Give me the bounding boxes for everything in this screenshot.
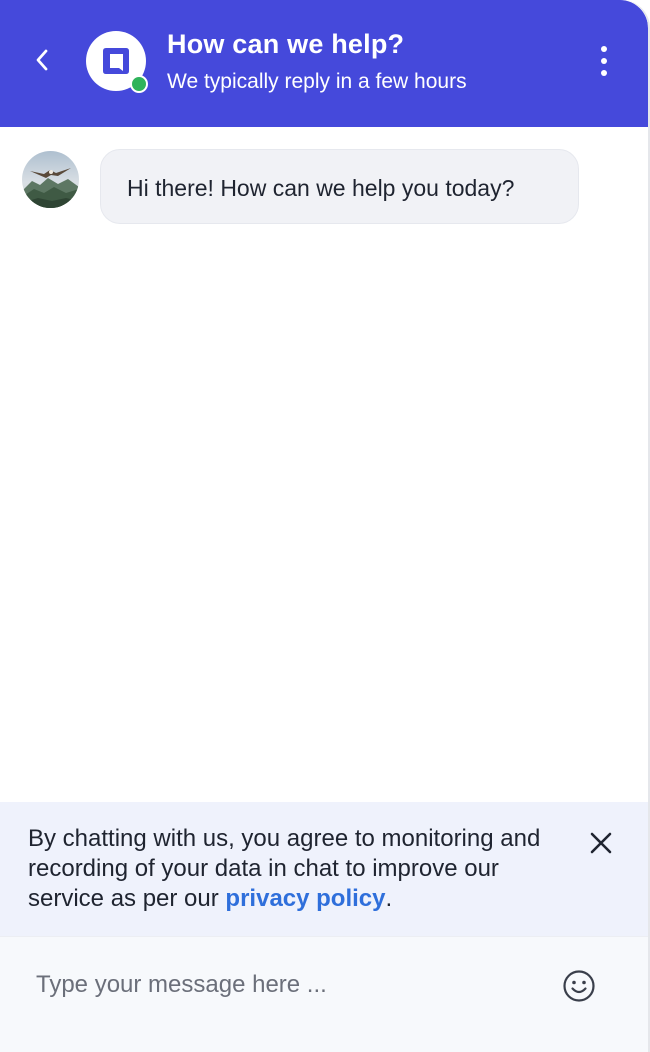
consent-text-end: . xyxy=(385,885,393,912)
kebab-menu-icon-dot xyxy=(601,46,607,52)
chat-widget: How can we help? We typically reply in a… xyxy=(0,0,650,1052)
header-subtitle: We typically reply in a few hours xyxy=(167,70,467,93)
header-title: How can we help? xyxy=(167,29,405,59)
kebab-menu-icon-dot xyxy=(601,58,607,64)
online-status-dot xyxy=(130,75,148,93)
message-composer xyxy=(0,936,648,1052)
more-options-button[interactable] xyxy=(586,40,622,82)
chevron-left-icon xyxy=(36,49,48,71)
agent-avatar xyxy=(22,151,79,208)
kebab-menu-icon-dot xyxy=(601,70,607,76)
chat-header: How can we help? We typically reply in a… xyxy=(0,0,648,127)
emoji-button[interactable] xyxy=(560,967,598,1005)
chat-logo-icon xyxy=(103,48,129,74)
brand-logo xyxy=(86,31,148,93)
close-icon xyxy=(590,832,612,854)
consent-banner: By chatting with us, you agree to monito… xyxy=(0,802,648,936)
smiley-icon xyxy=(563,970,595,1002)
agent-message-bubble: Hi there! How can we help you today? xyxy=(100,149,579,224)
message-list: Hi there! How can we help you today? xyxy=(0,127,648,802)
landscape-bird-avatar-icon xyxy=(22,151,79,208)
privacy-policy-link[interactable]: privacy policy xyxy=(225,885,385,912)
close-banner-button[interactable] xyxy=(584,826,618,860)
back-button[interactable] xyxy=(22,40,62,80)
message-input[interactable] xyxy=(22,961,570,1009)
consent-text: By chatting with us, you agree to monito… xyxy=(28,824,573,914)
